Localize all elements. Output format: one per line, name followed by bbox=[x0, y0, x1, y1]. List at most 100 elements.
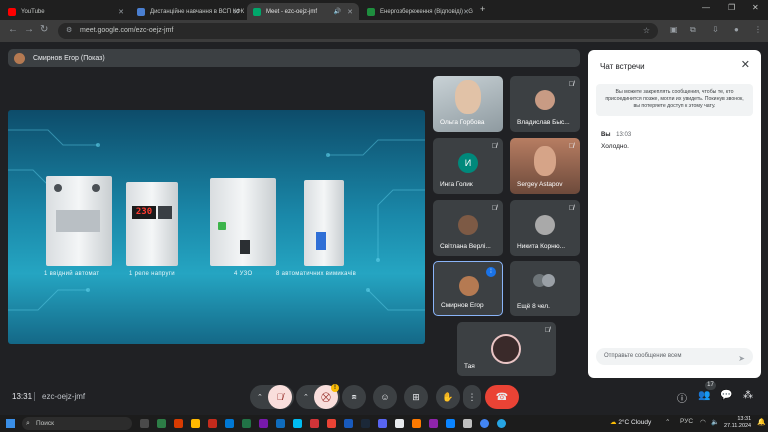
task-view-icon[interactable] bbox=[140, 419, 149, 428]
participant-avatar bbox=[458, 215, 478, 235]
extensions-icon[interactable]: ⧉ bbox=[690, 25, 696, 35]
app-icon[interactable] bbox=[327, 419, 336, 428]
minimize-icon[interactable]: — bbox=[702, 3, 710, 12]
volume-icon[interactable]: 🔈 bbox=[711, 418, 719, 426]
taskbar-clock[interactable]: 13:31 27.11.2024 bbox=[724, 416, 751, 430]
app-icon[interactable] bbox=[293, 419, 302, 428]
site-info-icon[interactable]: ⚙ bbox=[66, 23, 72, 39]
more-options-button[interactable]: ⋮ bbox=[463, 385, 481, 409]
app-icon[interactable] bbox=[412, 419, 421, 428]
tab-youtube[interactable]: YouTube ✕ bbox=[2, 3, 130, 20]
participant-tile[interactable]: 🎙̸ Тая bbox=[457, 322, 556, 376]
participant-tile[interactable]: 🎙̸ Sergey Astapov bbox=[510, 138, 580, 194]
chat-panel: Чат встречи ✕ Вы можете закреплять сообщ… bbox=[588, 50, 761, 378]
app-icon[interactable] bbox=[225, 419, 234, 428]
participant-tile[interactable]: 🎙̸ Владислав Быс... bbox=[510, 76, 580, 132]
downloads-icon[interactable]: ⇩ bbox=[712, 25, 719, 34]
close-tab-icon[interactable]: ✕ bbox=[233, 8, 239, 16]
tab-label: YouTube bbox=[21, 8, 45, 15]
mic-toggle-button[interactable]: 🎙̸ bbox=[268, 385, 292, 409]
file-explorer-icon[interactable] bbox=[191, 419, 200, 428]
participant-name: Никита Корню... bbox=[517, 243, 566, 250]
close-tab-icon[interactable]: ✕ bbox=[347, 8, 353, 16]
activities-icon[interactable]: ⁂ bbox=[743, 390, 753, 401]
audio-icon: 🔊 bbox=[333, 9, 341, 15]
close-tab-icon[interactable]: ✕ bbox=[118, 8, 124, 16]
close-icon[interactable]: ✕ bbox=[741, 58, 750, 71]
app-icon[interactable] bbox=[157, 419, 166, 428]
message-time: 13:03 bbox=[616, 132, 632, 138]
new-tab-button[interactable]: + bbox=[480, 4, 485, 14]
maximize-icon[interactable]: ❐ bbox=[728, 3, 735, 12]
rcd-image bbox=[210, 178, 276, 266]
app-icon[interactable] bbox=[429, 419, 438, 428]
mic-off-icon: 🎙̸ bbox=[568, 205, 574, 212]
steam-icon[interactable] bbox=[361, 419, 370, 428]
participant-tile[interactable]: Ольга Горбова bbox=[433, 76, 503, 132]
participant-tile[interactable]: 🎙̸ Світлана Верлі... bbox=[433, 200, 503, 256]
participant-video bbox=[455, 80, 481, 114]
mic-off-icon: 🎙̸ bbox=[491, 143, 497, 150]
profile-icon[interactable]: ● bbox=[734, 25, 739, 34]
participant-avatar bbox=[535, 215, 555, 235]
weather-widget[interactable]: ☁ 2°C Cloudy bbox=[610, 418, 651, 426]
menu-icon[interactable]: ⋮ bbox=[754, 25, 762, 34]
more-vert-icon: ⋮ bbox=[467, 391, 477, 402]
tab-meet[interactable]: Meet - ezc-oejz-jmf 🔊 ✕ bbox=[247, 3, 359, 20]
app-icon[interactable] bbox=[344, 419, 353, 428]
tray-chevron-icon[interactable]: ⌃ bbox=[665, 418, 670, 426]
message-text: Холодно. bbox=[601, 143, 629, 150]
url-input[interactable]: ⚙ meet.google.com/ezc-oejz-jmf ☆ bbox=[58, 23, 658, 39]
people-icon[interactable]: 👥 bbox=[698, 390, 710, 401]
browser-tab-bar: YouTube ✕ Дистанційне навчання в ВСП КФК… bbox=[0, 0, 768, 20]
windows-start-icon[interactable] bbox=[6, 419, 15, 428]
notification-icon[interactable]: 🔔 bbox=[757, 418, 766, 426]
app-icon[interactable] bbox=[174, 419, 183, 428]
present-screen-button[interactable]: ⊞ bbox=[404, 385, 428, 409]
participant-tile[interactable]: 🎙̸ И Инга Голик bbox=[433, 138, 503, 194]
telegram-icon[interactable] bbox=[497, 419, 506, 428]
app-icon[interactable] bbox=[395, 419, 404, 428]
tab-distance-learning[interactable]: Дистанційне навчання в ВСП КФК ✕ bbox=[131, 3, 245, 20]
tab-label: Дистанційне навчання в ВСП КФК bbox=[150, 8, 245, 15]
lang-indicator[interactable]: РУС bbox=[680, 418, 693, 425]
chat-icon[interactable]: 💬 bbox=[720, 390, 732, 401]
slide-caption: 1 ввідний автомат bbox=[44, 271, 100, 277]
participant-tile-presenter[interactable]: ⁞ Смирнов Егор bbox=[433, 261, 503, 316]
more-participants-tile[interactable]: Ещё 8 чел. bbox=[510, 261, 580, 316]
app-icon[interactable] bbox=[463, 419, 472, 428]
raise-hand-button[interactable]: ✋ bbox=[436, 385, 460, 409]
app-icon[interactable] bbox=[259, 419, 268, 428]
tab-label: Енергозбереження (Відповіді) - G bbox=[380, 8, 473, 15]
app-icon[interactable] bbox=[310, 419, 319, 428]
chrome-icon[interactable] bbox=[480, 419, 489, 428]
back-icon[interactable]: ← bbox=[8, 24, 18, 35]
forward-icon[interactable]: → bbox=[24, 24, 34, 35]
captions-button[interactable]: ⧈ bbox=[342, 385, 366, 409]
forms-icon bbox=[367, 7, 375, 16]
mic-off-icon: 🎙̸ bbox=[491, 205, 497, 212]
app-icon[interactable] bbox=[276, 419, 285, 428]
meeting-info-icon[interactable]: ⓘ bbox=[677, 390, 687, 405]
app-icon[interactable] bbox=[242, 419, 251, 428]
bookmark-star-icon[interactable]: ☆ bbox=[643, 23, 650, 39]
close-tab-icon[interactable]: ✕ bbox=[463, 8, 469, 16]
wifi-icon[interactable]: ◠ bbox=[700, 418, 706, 426]
participant-name: Світлана Верлі... bbox=[440, 243, 491, 250]
reload-icon[interactable]: ↻ bbox=[40, 24, 48, 35]
app-icon[interactable] bbox=[208, 419, 217, 428]
captions-icon: ⧈ bbox=[351, 392, 357, 401]
app-icon[interactable] bbox=[378, 419, 387, 428]
taskbar-search-input[interactable]: ⌕ Поиск bbox=[22, 417, 132, 430]
close-window-icon[interactable]: ✕ bbox=[752, 3, 759, 12]
leave-call-button[interactable]: ☎ bbox=[485, 385, 519, 409]
app-icon[interactable] bbox=[446, 419, 455, 428]
camera-icon[interactable]: ▣ bbox=[670, 25, 678, 34]
tab-energy-saving[interactable]: Енергозбереження (Відповіді) - G ✕ bbox=[361, 3, 475, 20]
participant-tile[interactable]: 🎙̸ Никита Корню... bbox=[510, 200, 580, 256]
chat-message-input[interactable]: Отправьте сообщение всем ➤ bbox=[596, 348, 753, 365]
send-icon[interactable]: ➤ bbox=[738, 350, 745, 367]
chat-notice: Вы можете закреплять сообщения, чтобы те… bbox=[596, 84, 753, 116]
reactions-button[interactable]: ☺ bbox=[373, 385, 397, 409]
hang-up-icon: ☎ bbox=[495, 391, 509, 403]
